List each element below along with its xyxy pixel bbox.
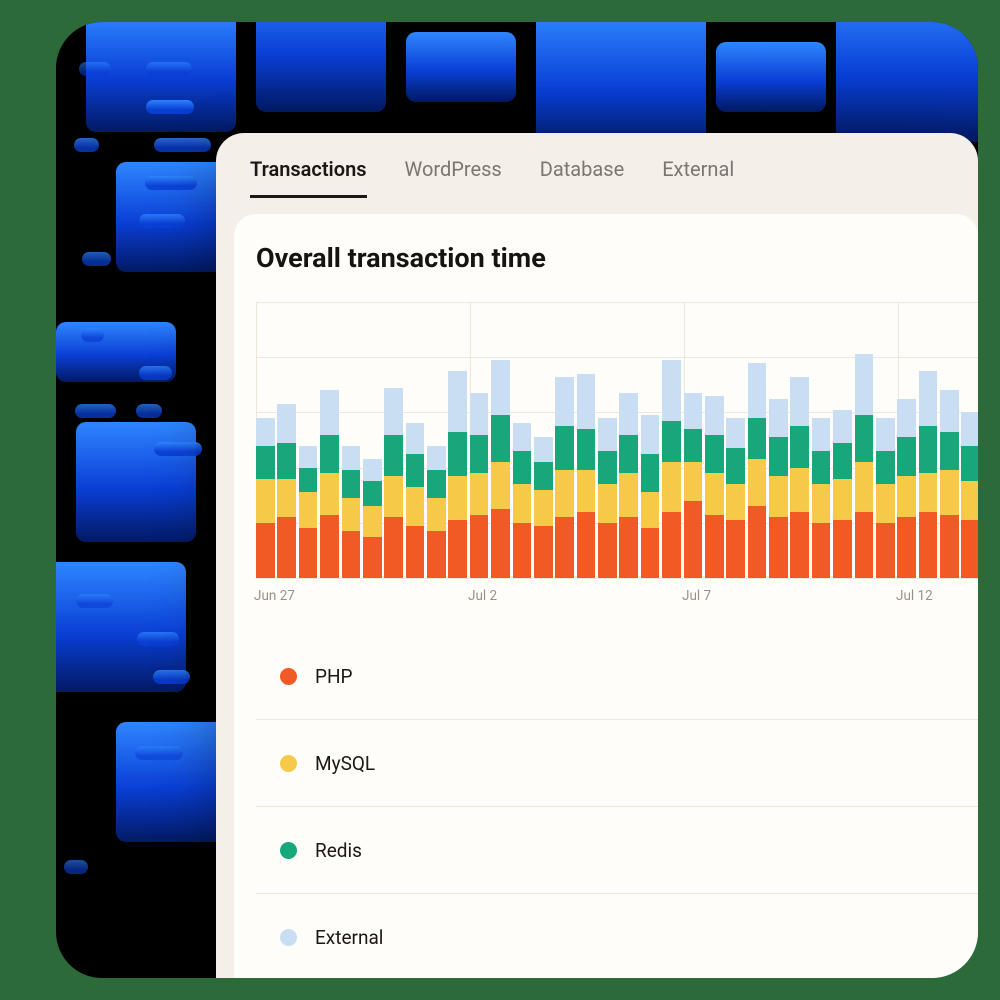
x-tick: Jul 2 bbox=[468, 588, 497, 604]
bar-column bbox=[299, 302, 318, 578]
bar-column bbox=[705, 302, 724, 578]
bar-column bbox=[641, 302, 660, 578]
bar-column bbox=[790, 302, 809, 578]
bar-column bbox=[897, 302, 916, 578]
bar-column bbox=[961, 302, 978, 578]
bar-column bbox=[769, 302, 788, 578]
bar-column bbox=[855, 302, 874, 578]
bar-column bbox=[256, 302, 275, 578]
tab-bar: Transactions WordPress Database External bbox=[216, 133, 978, 198]
chart-x-ticks: Jun 27 Jul 2 Jul 7 Jul 12 bbox=[256, 588, 978, 608]
decorative-background-card: Transactions WordPress Database External Ov… bbox=[56, 22, 978, 978]
legend-label: MySQL bbox=[315, 752, 375, 775]
transaction-time-chart: Jun 27Jul 2Jul 7Jul 12 bbox=[256, 302, 978, 578]
bar-column bbox=[919, 302, 938, 578]
legend-label: PHP bbox=[315, 665, 353, 688]
tab-wordpress[interactable]: WordPress bbox=[405, 157, 502, 198]
bar-column bbox=[662, 302, 681, 578]
bar-column bbox=[342, 302, 361, 578]
tab-external[interactable]: External bbox=[662, 157, 734, 198]
bar-column bbox=[406, 302, 425, 578]
bar-column bbox=[748, 302, 767, 578]
bar-column bbox=[619, 302, 638, 578]
bar-column bbox=[513, 302, 532, 578]
bar-column bbox=[876, 302, 895, 578]
tab-database[interactable]: Database bbox=[540, 157, 624, 198]
legend-item-php[interactable]: PHP bbox=[256, 632, 978, 720]
bar-column bbox=[577, 302, 596, 578]
bar-column bbox=[363, 302, 382, 578]
bar-column bbox=[277, 302, 296, 578]
bar-column bbox=[491, 302, 510, 578]
panel-title: Overall transaction time bbox=[256, 242, 978, 274]
tab-transactions[interactable]: Transactions bbox=[250, 157, 367, 198]
bar-column bbox=[598, 302, 617, 578]
bar-column bbox=[534, 302, 553, 578]
legend-item-mysql[interactable]: MySQL bbox=[256, 720, 978, 807]
legend-label: Redis bbox=[315, 839, 362, 862]
legend-item-redis[interactable]: Redis bbox=[256, 807, 978, 894]
bar-column bbox=[320, 302, 339, 578]
transactions-panel: Overall transaction time Jun 27 Jul 2 Jul … bbox=[234, 214, 978, 978]
legend-item-external[interactable]: External bbox=[256, 894, 978, 978]
legend-swatch bbox=[280, 842, 297, 859]
bar-column bbox=[684, 302, 703, 578]
chart-bars bbox=[256, 302, 978, 578]
bar-column bbox=[384, 302, 403, 578]
legend-label: External bbox=[315, 926, 383, 949]
bar-column bbox=[470, 302, 489, 578]
legend-swatch bbox=[280, 668, 297, 685]
legend-swatch bbox=[280, 755, 297, 772]
bar-column bbox=[427, 302, 446, 578]
bar-column bbox=[448, 302, 467, 578]
chart-legend: PHP MySQL Redis External bbox=[256, 632, 978, 978]
legend-swatch bbox=[280, 929, 297, 946]
bar-column bbox=[833, 302, 852, 578]
dashboard-card: Transactions WordPress Database External Ov… bbox=[216, 133, 978, 978]
x-tick: Jun 27 bbox=[254, 588, 295, 604]
x-tick: Jul 7 bbox=[682, 588, 711, 604]
bar-column bbox=[940, 302, 959, 578]
x-tick: Jul 12 bbox=[896, 588, 933, 604]
bar-column bbox=[726, 302, 745, 578]
bar-column bbox=[555, 302, 574, 578]
bar-column bbox=[812, 302, 831, 578]
